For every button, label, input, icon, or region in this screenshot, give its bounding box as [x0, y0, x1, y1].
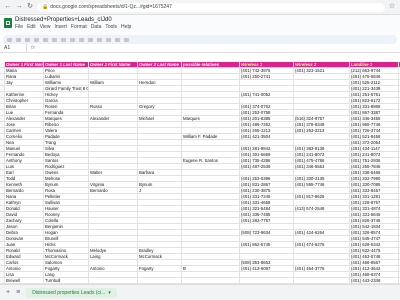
- menu-bar: File Edit View Insert Format Data Tools Help: [15, 24, 131, 31]
- formula-bar: A1 fx: [0, 44, 400, 53]
- sheets-logo-icon[interactable]: [4, 18, 12, 28]
- menu-item-file[interactable]: File: [15, 24, 23, 31]
- chevron-down-icon[interactable]: ▾: [108, 290, 111, 296]
- sheet-tab-bar: + ≡ Distressed properties Leads (ci... ▾: [0, 284, 400, 300]
- menu-item-tools[interactable]: Tools: [105, 24, 117, 31]
- document-title[interactable]: Distressed+Properties+Leads_cIJd0: [15, 16, 131, 24]
- name-box[interactable]: A1: [4, 44, 27, 52]
- browser-chrome: ← → ↻ 🔒 docs.google.com/spreadsheets/d/1…: [0, 0, 400, 15]
- tab-active-sheet[interactable]: Distressed properties Leads (ci... ▾: [26, 287, 117, 298]
- toolbar: [3, 35, 397, 44]
- percent-icon[interactable]: [61, 37, 66, 42]
- redo-icon[interactable]: [16, 37, 21, 42]
- all-sheets-icon[interactable]: ≡: [16, 289, 20, 296]
- star-icon[interactable]: ☆: [388, 3, 396, 11]
- merge-icon[interactable]: [124, 37, 129, 42]
- menu-item-format[interactable]: Format: [71, 24, 87, 31]
- back-icon[interactable]: ←: [4, 3, 12, 11]
- font-select[interactable]: [70, 37, 75, 42]
- sheets-header: Distressed+Properties+Leads_cIJd0 File Ed…: [0, 15, 400, 35]
- fx-icon: fx: [31, 45, 35, 51]
- bold-icon[interactable]: [79, 37, 84, 42]
- text-color-icon[interactable]: [97, 37, 102, 42]
- paint-format-icon[interactable]: [34, 37, 39, 42]
- url-text: docs.google.com/spreadsheets/d/1-Qz...#g…: [50, 3, 172, 10]
- borders-icon[interactable]: [115, 37, 120, 42]
- address-bar[interactable]: 🔒 docs.google.com/spreadsheets/d/1-Qz...…: [37, 2, 385, 12]
- add-sheet-icon[interactable]: +: [6, 289, 10, 296]
- reload-icon[interactable]: ↻: [26, 3, 34, 11]
- tab-label: Distressed properties Leads (ci...: [32, 289, 106, 296]
- menu-item-help[interactable]: Help: [121, 24, 131, 31]
- currency-icon[interactable]: [52, 37, 57, 42]
- undo-icon[interactable]: [7, 37, 12, 42]
- menu-item-view[interactable]: View: [40, 24, 51, 31]
- menu-item-edit[interactable]: Edit: [27, 24, 36, 31]
- menu-item-insert[interactable]: Insert: [54, 24, 67, 31]
- lock-icon: 🔒: [42, 3, 49, 10]
- forward-icon[interactable]: →: [15, 3, 23, 11]
- spreadsheet-grid[interactable]: Owner 1 First Name Owner 1 Last Name Owner…: [0, 62, 400, 284]
- italic-icon[interactable]: [88, 37, 93, 42]
- fill-color-icon[interactable]: [106, 37, 111, 42]
- print-icon[interactable]: [25, 37, 30, 42]
- zoom-select[interactable]: [43, 37, 48, 42]
- menu-item-data[interactable]: Data: [91, 24, 102, 31]
